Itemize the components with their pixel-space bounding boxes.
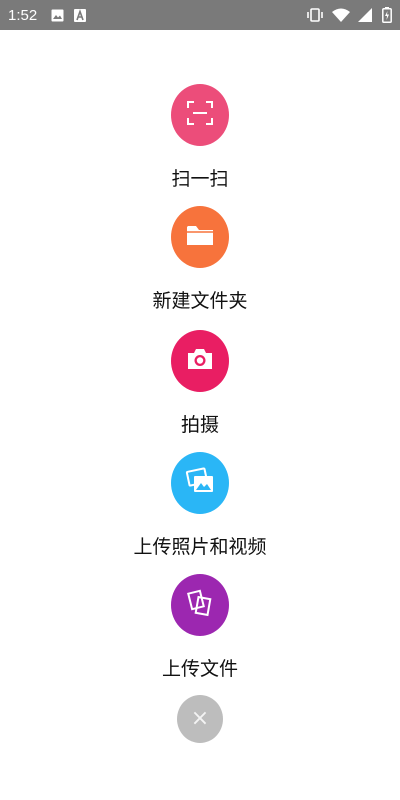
status-bar: 1:52 bbox=[0, 0, 400, 30]
upload-photos-option[interactable]: 上传照片和视频 bbox=[0, 452, 400, 562]
a-badge-icon bbox=[74, 8, 87, 22]
new-folder-label: 新建文件夹 bbox=[152, 290, 248, 312]
status-time: 1:52 bbox=[8, 6, 38, 24]
image-icon bbox=[51, 9, 64, 22]
vibrate-icon bbox=[306, 8, 324, 22]
close-icon: × bbox=[190, 706, 210, 731]
status-right-icons bbox=[306, 7, 392, 23]
files-icon bbox=[186, 589, 214, 621]
signal-icon bbox=[358, 8, 374, 22]
upload-files-option[interactable]: 上传文件 bbox=[0, 574, 400, 684]
upload-files-button[interactable] bbox=[171, 574, 229, 636]
close-button[interactable]: × bbox=[177, 695, 223, 743]
wifi-icon bbox=[332, 8, 350, 22]
camera-icon bbox=[186, 347, 214, 375]
new-folder-option[interactable]: 新建文件夹 bbox=[0, 206, 400, 316]
upload-files-label: 上传文件 bbox=[161, 658, 238, 680]
upload-photos-label: 上传照片和视频 bbox=[133, 536, 267, 558]
shoot-label: 拍摄 bbox=[180, 414, 219, 436]
photos-icon bbox=[185, 467, 215, 499]
scan-option[interactable]: 扫一扫 bbox=[0, 84, 400, 194]
new-folder-button[interactable] bbox=[171, 206, 229, 268]
shoot-button[interactable] bbox=[171, 330, 229, 392]
folder-icon bbox=[186, 223, 214, 251]
scan-button[interactable] bbox=[171, 84, 229, 146]
scan-label: 扫一扫 bbox=[171, 168, 229, 190]
status-left-icons bbox=[51, 8, 87, 22]
scan-icon bbox=[186, 100, 214, 130]
battery-charging-icon bbox=[382, 7, 392, 23]
shoot-option[interactable]: 拍摄 bbox=[0, 330, 400, 440]
upload-photos-button[interactable] bbox=[171, 452, 229, 514]
